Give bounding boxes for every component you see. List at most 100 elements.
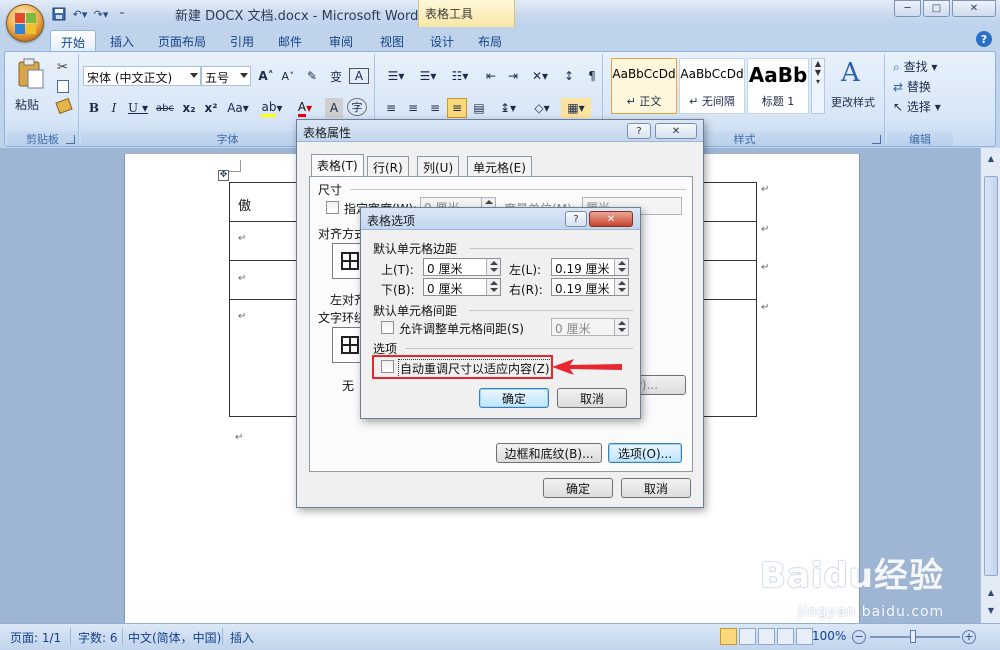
redo-icon[interactable]: ↷▾ — [92, 6, 110, 22]
cut-icon[interactable]: ✂ — [57, 60, 68, 75]
italic-button[interactable]: I — [105, 98, 123, 118]
draft-icon[interactable] — [796, 628, 813, 645]
align-center-icon[interactable]: ≡ — [403, 98, 423, 118]
page-count[interactable]: 页面: 1/1 — [10, 629, 61, 646]
style-no-spacing[interactable]: AaBbCcDd ↵ 无间隔 — [679, 58, 745, 114]
multilevel-list-button[interactable]: ☷▾ — [445, 66, 475, 86]
print-layout-icon[interactable] — [720, 628, 737, 645]
justify-icon[interactable]: ≡ — [447, 98, 467, 118]
underline-button[interactable]: U ▾ — [125, 98, 151, 118]
distributed-icon[interactable]: ▤ — [469, 98, 489, 118]
strikethrough-button[interactable]: abc — [153, 98, 177, 118]
line-spacing-button[interactable]: ↨▾ — [493, 98, 523, 118]
web-layout-icon[interactable] — [758, 628, 775, 645]
tab-references[interactable]: 引用 — [220, 30, 264, 51]
copy-icon[interactable] — [57, 80, 69, 93]
bottom-margin-spinner[interactable]: 0 厘米 — [423, 278, 501, 296]
grow-font-button[interactable]: A˄ — [255, 66, 277, 86]
zoom-in-icon[interactable]: + — [962, 630, 976, 644]
tab-design[interactable]: 设计 — [420, 30, 464, 51]
tab-row[interactable]: 行(R) — [367, 156, 409, 176]
replace-button[interactable]: ⇄ 替换 — [893, 78, 953, 96]
clear-format-icon[interactable]: ✎ — [301, 66, 323, 86]
minimize-button[interactable]: ─ — [894, 0, 921, 17]
style-heading-1[interactable]: AaBb 标题 1 — [747, 58, 809, 114]
find-button[interactable]: ⌕ 查找 ▾ — [893, 58, 953, 76]
outline-icon[interactable] — [777, 628, 794, 645]
font-color-button[interactable]: A ▾ — [291, 98, 319, 118]
allow-spacing-checkbox[interactable] — [381, 321, 394, 334]
bold-button[interactable]: B — [85, 98, 103, 118]
shrink-font-button[interactable]: A˅ — [277, 66, 299, 86]
help-icon[interactable]: ? — [976, 31, 992, 47]
cancel-button[interactable]: 取消 — [557, 388, 627, 408]
superscript-button[interactable]: x² — [201, 98, 221, 118]
char-shading-icon[interactable]: A — [325, 98, 343, 118]
change-case-button[interactable]: Aa▾ — [223, 98, 253, 118]
options-button[interactable]: 选项(O)... — [608, 443, 682, 463]
language-status[interactable]: 中文(简体，中国) — [128, 629, 221, 646]
help-icon[interactable]: ? — [627, 123, 651, 139]
help-icon[interactable]: ? — [565, 211, 587, 227]
table-move-handle-icon[interactable]: ✥ — [218, 170, 229, 181]
chinese-layout-icon[interactable]: ✕▾ — [525, 66, 555, 86]
subscript-button[interactable]: x₂ — [179, 98, 199, 118]
ok-button[interactable]: 确定 — [543, 478, 613, 498]
customize-qat-icon[interactable]: ⁼ — [113, 6, 131, 22]
insert-mode[interactable]: 插入 — [230, 629, 254, 646]
select-button[interactable]: ↖ 选择 ▾ — [893, 98, 953, 116]
align-right-icon[interactable]: ≡ — [425, 98, 445, 118]
styles-launcher-icon[interactable] — [872, 135, 881, 144]
scroll-up-icon[interactable]: ▲ — [985, 154, 997, 166]
close-icon[interactable]: ✕ — [655, 123, 697, 139]
font-name-combo[interactable]: 宋体 (中文正文) — [83, 66, 201, 86]
borders-button[interactable]: ▦▾ — [561, 98, 591, 118]
zoom-slider-thumb[interactable] — [910, 630, 916, 643]
font-size-combo[interactable]: 五号 — [201, 66, 251, 86]
tab-review[interactable]: 审阅 — [316, 30, 366, 51]
borders-shading-button[interactable]: 边框和底纹(B)... — [496, 443, 602, 463]
word-count[interactable]: 字数: 6 — [78, 629, 118, 646]
full-screen-icon[interactable] — [739, 628, 756, 645]
sort-icon[interactable]: ↕ — [559, 66, 579, 86]
zoom-out-icon[interactable]: − — [852, 630, 866, 644]
char-border-icon[interactable]: A — [349, 68, 369, 84]
tab-cell[interactable]: 单元格(E) — [467, 156, 532, 176]
decrease-indent-icon[interactable]: ⇤ — [481, 66, 501, 86]
zoom-level[interactable]: 100% — [812, 629, 846, 643]
tab-page-layout[interactable]: 页面布局 — [148, 30, 216, 51]
cancel-button[interactable]: 取消 — [621, 478, 691, 498]
phonetic-guide-icon[interactable]: 变 — [325, 66, 347, 86]
increase-indent-icon[interactable]: ⇥ — [503, 66, 523, 86]
shading-button[interactable]: ◇▾ — [527, 98, 557, 118]
bullets-button[interactable]: ☰▾ — [381, 66, 411, 86]
tab-table[interactable]: 表格(T) — [311, 154, 364, 176]
save-icon[interactable] — [50, 6, 68, 22]
top-margin-spinner[interactable]: 0 厘米 — [423, 258, 501, 276]
right-margin-spinner[interactable]: 0.19 厘米 — [551, 278, 629, 296]
paste-button[interactable]: 粘贴 — [13, 58, 49, 114]
tab-view[interactable]: 视图 — [370, 30, 414, 51]
tab-mailings[interactable]: 邮件 — [268, 30, 312, 51]
specify-width-checkbox[interactable] — [326, 201, 339, 214]
tab-home[interactable]: 开始 — [50, 30, 96, 51]
align-left-icon[interactable]: ≡ — [381, 98, 401, 118]
tab-column[interactable]: 列(U) — [417, 156, 460, 176]
numbering-button[interactable]: ☰▾ — [413, 66, 443, 86]
clipboard-launcher-icon[interactable] — [66, 135, 75, 144]
enclose-char-icon[interactable]: 字 — [347, 98, 367, 116]
style-normal[interactable]: AaBbCcDd ↵ 正文 — [611, 58, 677, 114]
close-button[interactable]: ✕ — [952, 0, 996, 17]
undo-icon[interactable]: ↶▾ — [71, 6, 89, 22]
tab-insert[interactable]: 插入 — [100, 30, 144, 51]
styles-scroll-icon[interactable]: ▲ ▼ ▾ — [811, 58, 825, 114]
highlight-color-button[interactable]: ab ▾ — [257, 98, 287, 118]
ok-button[interactable]: 确定 — [479, 388, 549, 408]
scroll-thumb[interactable] — [984, 176, 998, 576]
office-button[interactable] — [6, 4, 44, 42]
spacing-spinner[interactable]: 0 厘米 — [551, 318, 629, 336]
format-painter-icon[interactable] — [55, 97, 73, 115]
tab-layout[interactable]: 布局 — [468, 30, 512, 51]
show-marks-icon[interactable]: ¶ — [583, 66, 601, 86]
change-styles-button[interactable]: A 更改样式 — [827, 58, 881, 114]
